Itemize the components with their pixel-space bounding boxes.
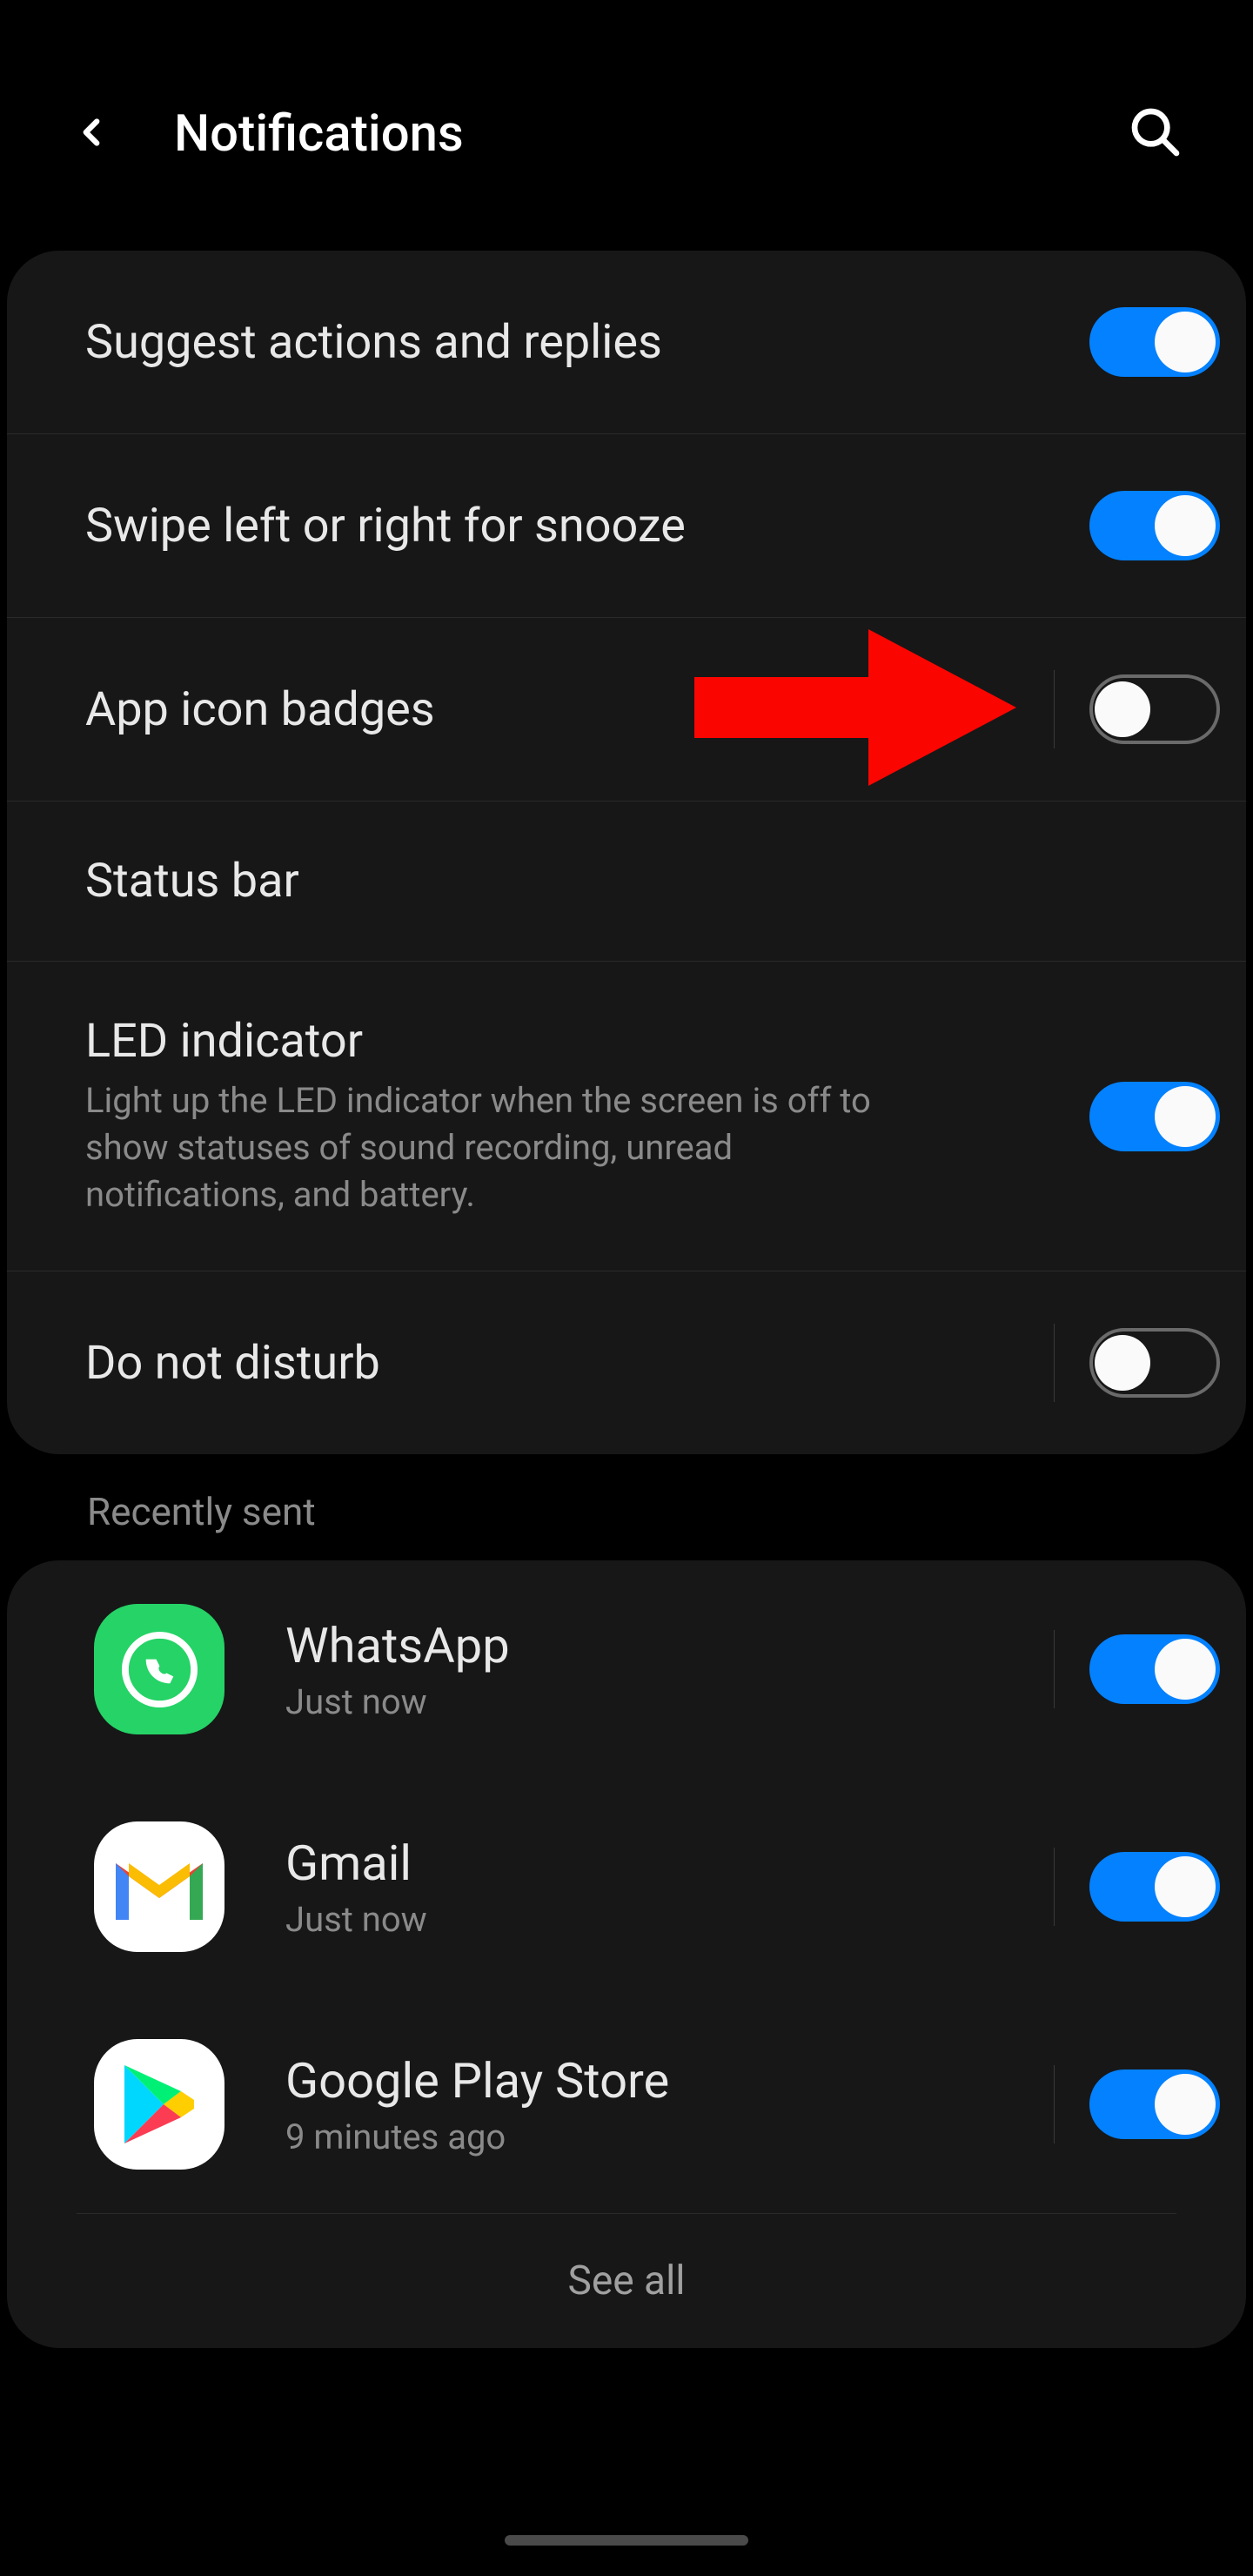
app-row[interactable]: Gmail Just now (7, 1778, 1246, 1996)
settings-row[interactable]: App icon badges (7, 618, 1246, 802)
row-content: Suggest actions and replies (85, 315, 1055, 370)
back-icon[interactable] (70, 111, 113, 158)
row-title: App icon badges (85, 682, 1054, 737)
toggle-wrap (1054, 1324, 1220, 1402)
toggle-wrap (1054, 1630, 1220, 1708)
toggle-knob (1155, 312, 1216, 372)
toggle[interactable] (1089, 2070, 1220, 2139)
toggle-wrap (1055, 303, 1220, 381)
toggle-knob (1155, 1856, 1216, 1917)
row-subtitle: Light up the LED indicator when the scre… (85, 1077, 886, 1218)
settings-row[interactable]: Do not disturb (7, 1271, 1246, 1454)
toggle-wrap (1054, 2065, 1220, 2143)
row-title: Suggest actions and replies (85, 315, 1055, 370)
settings-row[interactable]: Swipe left or right for snooze (7, 434, 1246, 618)
settings-card: Suggest actions and replies Swipe left or… (7, 251, 1246, 1454)
app-name: Gmail (285, 1835, 993, 1892)
play-icon (94, 2039, 224, 2170)
row-title: Swipe left or right for snooze (85, 499, 1055, 553)
app-time: Just now (285, 1681, 993, 1722)
header: Notifications (0, 0, 1253, 251)
toggle[interactable] (1089, 1634, 1220, 1704)
row-content: App icon badges (85, 682, 1054, 737)
settings-row[interactable]: LED indicator Light up the LED indicator … (7, 962, 1246, 1271)
toggle-wrap (1054, 1848, 1220, 1926)
toggle-knob (1155, 2074, 1216, 2135)
toggle-knob (1095, 1335, 1150, 1391)
search-icon[interactable] (1128, 104, 1183, 164)
row-content: Do not disturb (85, 1336, 1054, 1391)
toggle[interactable] (1089, 491, 1220, 560)
apps-card: WhatsApp Just now Gmail Just now Google Play… (7, 1560, 1246, 2348)
see-all-label: See all (77, 2257, 1176, 2304)
toggle-knob (1095, 681, 1150, 737)
gmail-icon (94, 1821, 224, 1952)
row-content: Swipe left or right for snooze (85, 499, 1055, 553)
row-title: LED indicator (85, 1014, 1055, 1069)
toggle-knob (1155, 1086, 1216, 1147)
toggle[interactable] (1089, 1082, 1220, 1151)
app-info: WhatsApp Just now (285, 1617, 993, 1722)
app-name: Google Play Store (285, 2052, 993, 2110)
row-content: LED indicator Light up the LED indicator … (85, 1014, 1055, 1218)
toggle-knob (1155, 1639, 1216, 1700)
app-row[interactable]: WhatsApp Just now (7, 1560, 1246, 1778)
whatsapp-icon (94, 1604, 224, 1734)
nav-bar-handle[interactable] (505, 2535, 748, 2546)
row-title: Status bar (85, 854, 1220, 909)
row-content: Status bar (85, 854, 1220, 909)
toggle[interactable] (1089, 674, 1220, 744)
recently-sent-label: Recently sent (0, 1454, 1253, 1560)
app-info: Google Play Store 9 minutes ago (285, 2052, 993, 2157)
settings-row[interactable]: Suggest actions and replies (7, 251, 1246, 434)
app-time: 9 minutes ago (285, 2116, 993, 2157)
toggle[interactable] (1089, 307, 1220, 377)
toggle-wrap (1055, 486, 1220, 565)
page-title: Notifications (174, 104, 464, 164)
toggle-wrap (1055, 1077, 1220, 1156)
see-all-row[interactable]: See all (77, 2213, 1176, 2348)
toggle[interactable] (1089, 1328, 1220, 1398)
toggle-wrap (1054, 670, 1220, 748)
settings-row[interactable]: Status bar (7, 802, 1246, 962)
toggle-knob (1155, 495, 1216, 556)
app-name: WhatsApp (285, 1617, 993, 1674)
app-info: Gmail Just now (285, 1835, 993, 1940)
app-time: Just now (285, 1899, 993, 1940)
header-left: Notifications (70, 104, 464, 164)
toggle[interactable] (1089, 1852, 1220, 1922)
row-title: Do not disturb (85, 1336, 1054, 1391)
app-row[interactable]: Google Play Store 9 minutes ago (7, 1996, 1246, 2213)
